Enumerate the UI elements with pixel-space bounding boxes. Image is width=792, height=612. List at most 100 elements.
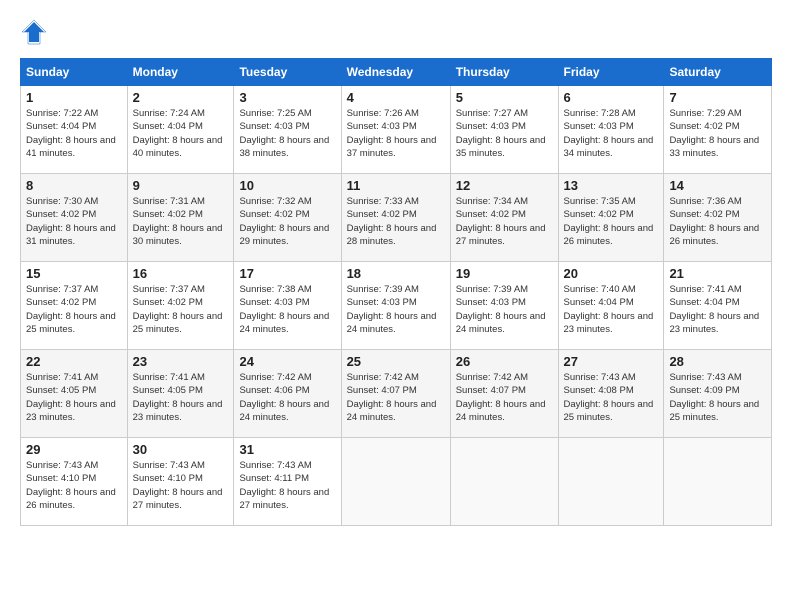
day-number: 4 bbox=[347, 90, 445, 105]
day-number: 15 bbox=[26, 266, 122, 281]
day-number: 12 bbox=[456, 178, 553, 193]
day-number: 6 bbox=[564, 90, 659, 105]
day-number: 24 bbox=[239, 354, 335, 369]
col-header-monday: Monday bbox=[127, 59, 234, 86]
calendar-header-row: SundayMondayTuesdayWednesdayThursdayFrid… bbox=[21, 59, 772, 86]
day-number: 17 bbox=[239, 266, 335, 281]
day-number: 5 bbox=[456, 90, 553, 105]
calendar-cell bbox=[664, 438, 772, 526]
calendar-cell: 19 Sunrise: 7:39 AMSunset: 4:03 PMDayligh… bbox=[450, 262, 558, 350]
day-number: 20 bbox=[564, 266, 659, 281]
day-info: Sunrise: 7:36 AMSunset: 4:02 PMDaylight:… bbox=[669, 195, 766, 248]
day-info: Sunrise: 7:22 AMSunset: 4:04 PMDaylight:… bbox=[26, 107, 122, 160]
calendar-cell: 21Sunrise: 7:41 AMSunset: 4:04 PMDayligh… bbox=[664, 262, 772, 350]
logo bbox=[20, 18, 52, 46]
day-number: 31 bbox=[239, 442, 335, 457]
header bbox=[20, 18, 772, 46]
day-number: 19 bbox=[456, 266, 553, 281]
calendar-cell: 30Sunrise: 7:43 AMSunset: 4:10 PMDayligh… bbox=[127, 438, 234, 526]
col-header-tuesday: Tuesday bbox=[234, 59, 341, 86]
day-number: 3 bbox=[239, 90, 335, 105]
calendar-cell: 18 Sunrise: 7:39 AMSunset: 4:03 PMDayligh… bbox=[341, 262, 450, 350]
day-number: 1 bbox=[26, 90, 122, 105]
logo-icon bbox=[20, 18, 48, 46]
calendar-cell: 6 Sunrise: 7:28 AMSunset: 4:03 PMDaylight… bbox=[558, 86, 664, 174]
day-info: Sunrise: 7:42 AMSunset: 4:07 PMDaylight:… bbox=[456, 371, 553, 424]
day-number: 11 bbox=[347, 178, 445, 193]
day-number: 16 bbox=[133, 266, 229, 281]
calendar-cell: 24 Sunrise: 7:42 AMSunset: 4:06 PMDayligh… bbox=[234, 350, 341, 438]
day-number: 23 bbox=[133, 354, 229, 369]
calendar-cell: 12Sunrise: 7:34 AMSunset: 4:02 PMDayligh… bbox=[450, 174, 558, 262]
calendar-cell: 8 Sunrise: 7:30 AMSunset: 4:02 PMDaylight… bbox=[21, 174, 128, 262]
day-number: 25 bbox=[347, 354, 445, 369]
day-info: Sunrise: 7:31 AMSunset: 4:02 PMDaylight:… bbox=[133, 195, 229, 248]
col-header-wednesday: Wednesday bbox=[341, 59, 450, 86]
day-info: Sunrise: 7:41 AMSunset: 4:04 PMDaylight:… bbox=[669, 283, 766, 336]
day-number: 10 bbox=[239, 178, 335, 193]
day-info: Sunrise: 7:42 AMSunset: 4:06 PMDaylight:… bbox=[239, 371, 335, 424]
day-info: Sunrise: 7:43 AMSunset: 4:10 PMDaylight:… bbox=[133, 459, 229, 512]
day-number: 2 bbox=[133, 90, 229, 105]
calendar-cell: 28 Sunrise: 7:43 AMSunset: 4:09 PMDayligh… bbox=[664, 350, 772, 438]
calendar-cell: 11 Sunrise: 7:33 AMSunset: 4:02 PMDayligh… bbox=[341, 174, 450, 262]
calendar-cell: 13Sunrise: 7:35 AMSunset: 4:02 PMDayligh… bbox=[558, 174, 664, 262]
calendar-cell: 22 Sunrise: 7:41 AMSunset: 4:05 PMDayligh… bbox=[21, 350, 128, 438]
day-number: 22 bbox=[26, 354, 122, 369]
day-info: Sunrise: 7:43 AMSunset: 4:08 PMDaylight:… bbox=[564, 371, 659, 424]
day-info: Sunrise: 7:26 AMSunset: 4:03 PMDaylight:… bbox=[347, 107, 445, 160]
calendar-cell bbox=[341, 438, 450, 526]
day-info: Sunrise: 7:43 AMSunset: 4:11 PMDaylight:… bbox=[239, 459, 335, 512]
day-info: Sunrise: 7:29 AMSunset: 4:02 PMDaylight:… bbox=[669, 107, 766, 160]
calendar-cell: 15 Sunrise: 7:37 AMSunset: 4:02 PMDayligh… bbox=[21, 262, 128, 350]
day-info: Sunrise: 7:28 AMSunset: 4:03 PMDaylight:… bbox=[564, 107, 659, 160]
day-info: Sunrise: 7:35 AMSunset: 4:02 PMDaylight:… bbox=[564, 195, 659, 248]
day-info: Sunrise: 7:39 AMSunset: 4:03 PMDaylight:… bbox=[347, 283, 445, 336]
calendar-cell: 16 Sunrise: 7:37 AMSunset: 4:02 PMDayligh… bbox=[127, 262, 234, 350]
col-header-friday: Friday bbox=[558, 59, 664, 86]
day-number: 7 bbox=[669, 90, 766, 105]
calendar-cell: 2 Sunrise: 7:24 AMSunset: 4:04 PMDaylight… bbox=[127, 86, 234, 174]
day-info: Sunrise: 7:43 AMSunset: 4:09 PMDaylight:… bbox=[669, 371, 766, 424]
calendar-cell: 17 Sunrise: 7:38 AMSunset: 4:03 PMDayligh… bbox=[234, 262, 341, 350]
calendar-week-row: 1 Sunrise: 7:22 AMSunset: 4:04 PMDaylight… bbox=[21, 86, 772, 174]
calendar-cell: 31 Sunrise: 7:43 AMSunset: 4:11 PMDayligh… bbox=[234, 438, 341, 526]
day-info: Sunrise: 7:40 AMSunset: 4:04 PMDaylight:… bbox=[564, 283, 659, 336]
day-number: 18 bbox=[347, 266, 445, 281]
day-info: Sunrise: 7:42 AMSunset: 4:07 PMDaylight:… bbox=[347, 371, 445, 424]
day-info: Sunrise: 7:41 AMSunset: 4:05 PMDaylight:… bbox=[26, 371, 122, 424]
day-info: Sunrise: 7:38 AMSunset: 4:03 PMDaylight:… bbox=[239, 283, 335, 336]
calendar-cell: 10Sunrise: 7:32 AMSunset: 4:02 PMDayligh… bbox=[234, 174, 341, 262]
calendar-cell bbox=[558, 438, 664, 526]
calendar-cell: 5Sunrise: 7:27 AMSunset: 4:03 PMDaylight… bbox=[450, 86, 558, 174]
day-number: 27 bbox=[564, 354, 659, 369]
day-number: 14 bbox=[669, 178, 766, 193]
day-number: 8 bbox=[26, 178, 122, 193]
day-number: 9 bbox=[133, 178, 229, 193]
calendar-cell: 20 Sunrise: 7:40 AMSunset: 4:04 PMDayligh… bbox=[558, 262, 664, 350]
calendar-week-row: 22 Sunrise: 7:41 AMSunset: 4:05 PMDayligh… bbox=[21, 350, 772, 438]
calendar-cell: 3 Sunrise: 7:25 AMSunset: 4:03 PMDaylight… bbox=[234, 86, 341, 174]
day-info: Sunrise: 7:41 AMSunset: 4:05 PMDaylight:… bbox=[133, 371, 229, 424]
day-info: Sunrise: 7:30 AMSunset: 4:02 PMDaylight:… bbox=[26, 195, 122, 248]
calendar-week-row: 29 Sunrise: 7:43 AMSunset: 4:10 PMDayligh… bbox=[21, 438, 772, 526]
day-info: Sunrise: 7:37 AMSunset: 4:02 PMDaylight:… bbox=[133, 283, 229, 336]
day-number: 26 bbox=[456, 354, 553, 369]
day-info: Sunrise: 7:37 AMSunset: 4:02 PMDaylight:… bbox=[26, 283, 122, 336]
calendar-cell: 23 Sunrise: 7:41 AMSunset: 4:05 PMDayligh… bbox=[127, 350, 234, 438]
calendar-cell: 4 Sunrise: 7:26 AMSunset: 4:03 PMDaylight… bbox=[341, 86, 450, 174]
col-header-saturday: Saturday bbox=[664, 59, 772, 86]
day-info: Sunrise: 7:24 AMSunset: 4:04 PMDaylight:… bbox=[133, 107, 229, 160]
day-number: 28 bbox=[669, 354, 766, 369]
calendar-cell: 26 Sunrise: 7:42 AMSunset: 4:07 PMDayligh… bbox=[450, 350, 558, 438]
day-info: Sunrise: 7:33 AMSunset: 4:02 PMDaylight:… bbox=[347, 195, 445, 248]
day-info: Sunrise: 7:25 AMSunset: 4:03 PMDaylight:… bbox=[239, 107, 335, 160]
day-info: Sunrise: 7:39 AMSunset: 4:03 PMDaylight:… bbox=[456, 283, 553, 336]
day-number: 29 bbox=[26, 442, 122, 457]
col-header-sunday: Sunday bbox=[21, 59, 128, 86]
calendar-page: SundayMondayTuesdayWednesdayThursdayFrid… bbox=[0, 0, 792, 536]
day-info: Sunrise: 7:43 AMSunset: 4:10 PMDaylight:… bbox=[26, 459, 122, 512]
col-header-thursday: Thursday bbox=[450, 59, 558, 86]
calendar-week-row: 15 Sunrise: 7:37 AMSunset: 4:02 PMDayligh… bbox=[21, 262, 772, 350]
calendar-cell: 14 Sunrise: 7:36 AMSunset: 4:02 PMDayligh… bbox=[664, 174, 772, 262]
